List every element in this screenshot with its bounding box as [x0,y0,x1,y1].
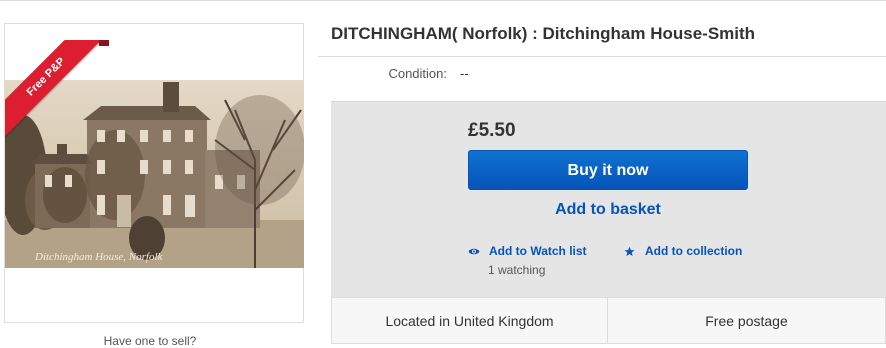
condition-label: Condition: [388,66,447,81]
title-divider [318,56,886,57]
collection-label: Add to collection [645,244,743,258]
star-icon [624,244,638,258]
buy-it-now-button[interactable]: Buy it now [468,150,748,190]
have-one-to-sell-link[interactable]: Have one to sell? [60,334,240,348]
add-to-basket-link[interactable]: Add to basket [468,201,748,219]
item-location: Located in United Kingdom [331,297,608,344]
photo-caption: Ditchingham House, Norfolk [34,251,164,263]
top-divider [0,0,886,1]
shipping-info-row: Located in United Kingdom Free postage [331,297,886,344]
condition-value: -- [460,66,469,81]
ribbon-fold [99,40,109,46]
add-to-collection-link[interactable]: Add to collection [624,244,742,258]
add-to-watch-list-link[interactable]: Add to Watch list [468,244,587,258]
free-postage-ribbon: Free P&P [5,40,109,144]
item-title: DITCHINGHAM( Norfolk) : Ditchingham Hous… [331,24,756,43]
price: £5.50 [468,120,516,141]
watch-list-label: Add to Watch list [489,244,587,258]
buy-box [331,101,886,298]
watching-count: 1 watching [488,263,546,277]
eye-icon [468,244,482,258]
ribbon-label: Free P&P [5,40,109,140]
postage-info: Free postage [608,297,886,344]
item-image-panel[interactable]: Ditchingham House, Norfolk Free P&P [4,23,304,323]
